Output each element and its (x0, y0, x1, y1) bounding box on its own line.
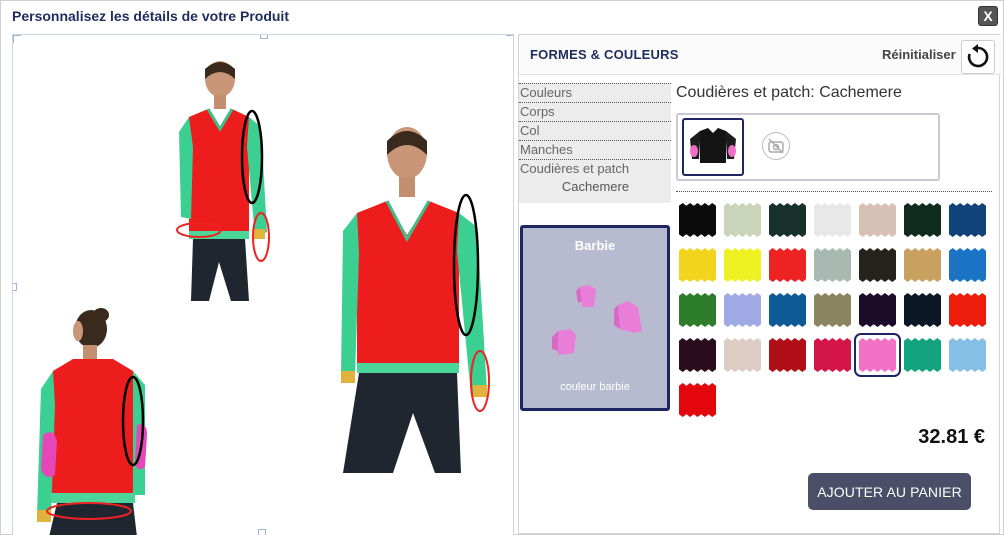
color-swatch[interactable] (859, 293, 896, 327)
swatch-fill (724, 203, 761, 237)
swatch-fill (949, 203, 986, 237)
swatch-fill (859, 338, 896, 372)
color-swatch[interactable] (904, 293, 941, 327)
menu-item-coudieres[interactable]: Coudières et patch Cachemere (519, 159, 671, 198)
model-back-image (37, 308, 147, 535)
swatch-fill (679, 248, 716, 282)
color-swatch[interactable] (679, 293, 716, 327)
reset-icon (967, 44, 989, 68)
color-swatch[interactable] (724, 203, 761, 237)
divider (676, 191, 992, 192)
swatch-fill (769, 293, 806, 327)
color-swatch[interactable] (904, 203, 941, 237)
swatch-fill (679, 383, 716, 417)
color-swatch[interactable] (859, 248, 896, 282)
panel-header: FORMES & COULEURS Réinitialiser (519, 35, 1001, 75)
swatch-fill (724, 338, 761, 372)
swatch-fill (904, 248, 941, 282)
patch-option-cachemere[interactable] (682, 118, 744, 176)
resize-handle[interactable] (13, 35, 21, 43)
panel-title: FORMES & COULEURS (530, 47, 679, 62)
color-name: Barbie (574, 238, 616, 253)
menu-item-manches[interactable]: Manches (519, 140, 671, 159)
swatch-fill (769, 248, 806, 282)
swatch-fill (904, 203, 941, 237)
menu-item-label: Coudières et patch (520, 161, 630, 176)
color-swatch[interactable] (904, 338, 941, 372)
swatch-fill (859, 203, 896, 237)
color-swatch[interactable] (854, 333, 901, 377)
section-menu: Couleurs Corps Col Manches Coudières et … (519, 83, 671, 203)
resize-handle[interactable] (258, 529, 266, 535)
price: 32.81 € (918, 426, 985, 448)
swatch-fill (814, 203, 851, 237)
dialog-title: Personnalisez les détails de votre Produ… (12, 8, 289, 24)
model-front-large-image (341, 127, 490, 473)
color-swatch[interactable] (814, 293, 851, 327)
swatch-fill (814, 248, 851, 282)
patch-options (676, 113, 940, 181)
swatch-fill (724, 248, 761, 282)
color-caption: couleur barbie (560, 381, 630, 393)
color-swatch[interactable] (769, 338, 806, 372)
model-front-image (176, 61, 270, 301)
swatch-fill (859, 248, 896, 282)
customization-panel: FORMES & COULEURS Réinitialiser Couleurs… (518, 34, 1001, 534)
color-swatch[interactable] (679, 338, 716, 372)
color-swatch[interactable] (904, 248, 941, 282)
customize-dialog: Personnalisez les détails de votre Produ… (0, 0, 1004, 535)
color-swatch[interactable] (724, 248, 761, 282)
color-swatch[interactable] (679, 203, 716, 237)
color-swatch[interactable] (859, 203, 896, 237)
resize-handle[interactable] (260, 35, 268, 39)
reset-label[interactable]: Réinitialiser (882, 47, 956, 62)
color-swatch[interactable] (724, 338, 761, 372)
color-swatch[interactable] (814, 248, 851, 282)
color-swatch[interactable] (949, 203, 986, 237)
color-swatch[interactable] (814, 338, 851, 372)
patch-option-none[interactable] (762, 132, 790, 160)
swatch-fill (769, 203, 806, 237)
swatch-fill (949, 338, 986, 372)
swatch-fill (949, 248, 986, 282)
swatch-fill (814, 293, 851, 327)
color-swatch[interactable] (814, 203, 851, 237)
color-swatch[interactable] (724, 293, 761, 327)
swatch-fill (814, 338, 851, 372)
product-preview (12, 34, 514, 535)
color-swatch[interactable] (949, 248, 986, 282)
menu-item-corps[interactable]: Corps (519, 102, 671, 121)
swatch-fill (679, 203, 716, 237)
color-swatch[interactable] (679, 248, 716, 282)
add-to-cart-button[interactable]: AJOUTER AU PANIER (808, 473, 971, 510)
color-preview-card: Barbie couleur barbie (520, 225, 670, 411)
close-button[interactable]: X (978, 6, 998, 26)
color-swatch[interactable] (769, 248, 806, 282)
menu-item-col[interactable]: Col (519, 121, 671, 140)
swatch-fill (859, 293, 896, 327)
color-swatch[interactable] (769, 293, 806, 327)
color-swatch[interactable] (769, 203, 806, 237)
menu-fill (519, 198, 671, 203)
swatch-fill (949, 293, 986, 327)
color-swatch[interactable] (679, 383, 716, 417)
sweater-preview-image (552, 285, 642, 355)
section-title: Coudières et patch: Cachemere (676, 84, 902, 101)
swatch-fill (679, 338, 716, 372)
swatch-fill (904, 293, 941, 327)
color-swatch[interactable] (949, 338, 986, 372)
sweater-thumbnail (690, 128, 736, 163)
swatch-fill (904, 338, 941, 372)
reset-button[interactable] (961, 40, 995, 74)
menu-item-sublabel: Cachemere (561, 179, 630, 194)
color-swatch[interactable] (949, 293, 986, 327)
menu-item-couleurs[interactable]: Couleurs (519, 83, 671, 102)
resize-handle[interactable] (506, 35, 513, 43)
swatch-fill (769, 338, 806, 372)
swatch-fill (724, 293, 761, 327)
swatch-fill (679, 293, 716, 327)
resize-handle[interactable] (13, 283, 17, 291)
no-image-icon (768, 138, 784, 154)
